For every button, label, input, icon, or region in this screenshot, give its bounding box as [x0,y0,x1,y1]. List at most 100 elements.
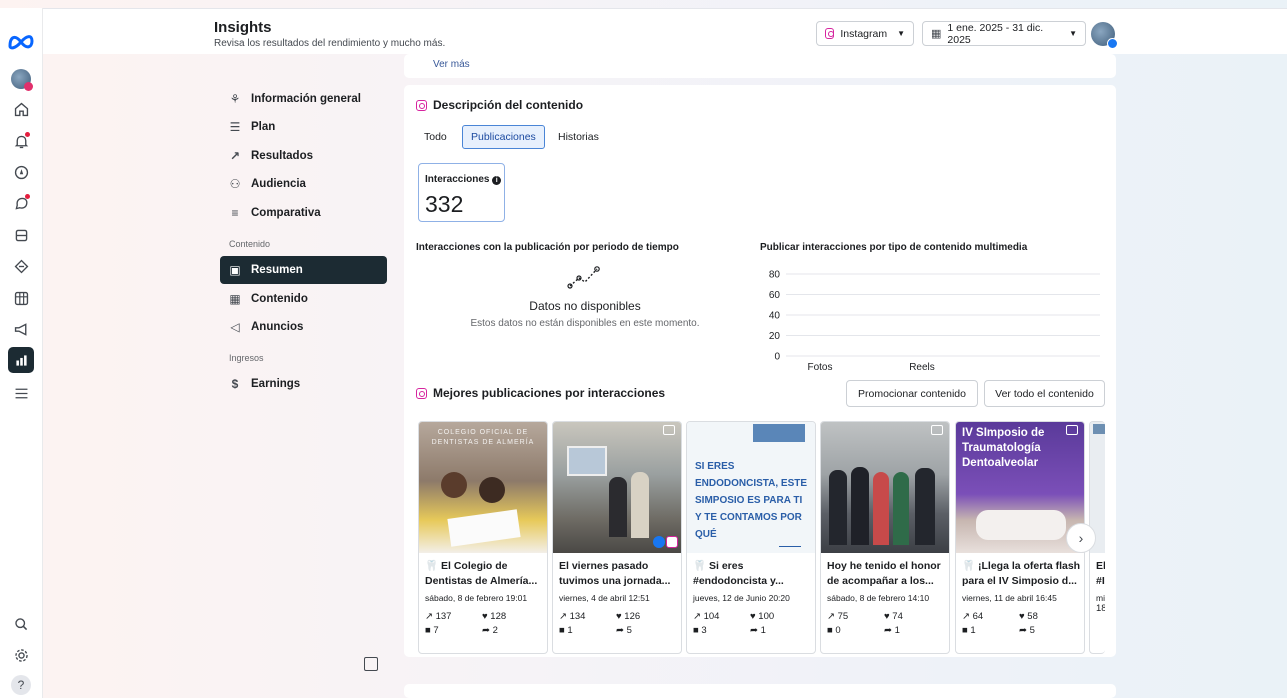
summary-icon: ▣ [229,263,241,277]
overview-icon: ⚘ [229,92,241,106]
post-card[interactable]: SI ERES ENDODONCISTA, ESTE SIMPOSIO ES P… [686,421,816,654]
carousel-icon [931,425,943,435]
instagram-icon [666,536,678,548]
trend-icon: ↗ [962,611,970,622]
nav-item-earnings[interactable]: $ Earnings [220,370,387,398]
posts-stack-icon[interactable] [8,222,34,248]
reach-stat: ↗ 137 [425,611,452,622]
post-date: mi [1096,593,1105,603]
audience-icon: ⚇ [229,177,241,191]
nav-item-label: Comparativa [251,207,321,219]
nav-item-benchmark[interactable]: ≡ Comparativa [220,199,387,227]
post-card[interactable]: Hoy he tenido el honor de acompañar a lo… [820,421,950,654]
post-card[interactable]: El viernes pasado tuvimos una jornada...… [552,421,682,654]
x-tick-label: Fotos [807,362,832,373]
nav-item-content[interactable]: ▦ Contenido [220,285,387,313]
platform-selector[interactable]: Instagram ▼ [816,21,914,46]
meta-logo-icon[interactable] [6,30,36,52]
account-avatar[interactable] [1091,22,1118,49]
see-more-link[interactable]: Ver más [433,59,470,70]
insights-bar-chart-icon[interactable] [8,347,34,373]
planner-grid-icon[interactable] [8,285,34,311]
tab-stories[interactable]: Historias [550,125,607,149]
help-icon[interactable]: ? [8,672,34,698]
nav-item-summary[interactable]: ▣ Resumen [220,256,387,284]
media-type-bar-chart: 80 60 40 20 0 Fotos Reels [769,270,1100,373]
post-caption: Hoy he tenido el honor de acompañar a lo… [827,560,941,587]
post-date: sábado, 8 de febrero 19:01 [425,593,528,603]
top-posts-title: Mejores publicaciones por interacciones [416,386,665,400]
heart-icon: ♥ [1019,611,1025,622]
nav-item-overview[interactable]: ⚘ Información general [220,85,387,113]
nav-section-income: Ingresos [229,353,264,363]
next-arrow-icon[interactable]: › [1066,523,1096,553]
page-title: Insights [214,19,272,36]
trend-icon: ↗ [827,611,835,622]
y-tick-label: 40 [769,311,781,322]
home-icon[interactable] [8,96,34,122]
search-icon[interactable] [8,611,34,637]
thumbnail-text: COLEGIO OFICIAL DE DENTISTAS DE ALMERÍA [431,429,535,446]
view-all-content-button[interactable]: Ver todo el contenido [984,380,1105,407]
y-tick-label: 80 [769,270,781,281]
content-overview-title: Descripción del contenido [416,98,583,112]
thumbnail-text: IV SImposio de Traumatología Dentoalveol… [962,427,1045,469]
megaphone-icon[interactable] [8,316,34,342]
nav-item-label: Plan [251,121,276,133]
interactions-metric[interactable]: Interacciones i 332 [418,163,505,222]
y-tick-label: 20 [769,331,781,342]
thumbnail-text: SI ERES ENDODONCISTA, ESTE SIMPOSIO ES P… [695,461,808,540]
ads-icon[interactable] [8,253,34,279]
post-thumbnail [553,422,681,553]
post-thumbnail: IV SImposio de Traumatología Dentoalveol… [956,422,1084,553]
chevron-down-icon: ▼ [1069,29,1077,38]
tab-all[interactable]: Todo [416,125,455,149]
menu-hamburger-icon[interactable] [8,380,34,406]
shares-stat: ➦ 1 [884,625,900,636]
navigation-compass-icon[interactable] [8,159,34,185]
tab-posts[interactable]: Publicaciones [462,125,545,149]
post-caption: El #I [1096,560,1105,587]
megaphone-icon: ◁ [230,320,240,334]
share-icon: ➦ [482,625,490,636]
nav-item-results[interactable]: ↗ Resultados [220,142,387,170]
nav-item-ads[interactable]: ◁ Anuncios [220,313,387,341]
post-card[interactable]: COLEGIO OFICIAL DE DENTISTAS DE ALMERÍA … [418,421,548,654]
collapse-sidebar-icon[interactable] [364,657,378,671]
post-date: jueves, 12 de Junio 20:20 [693,593,790,603]
post-caption: 🦷 ¡Llega la oferta flash para el IV Simp… [962,560,1081,587]
comments-stat: ■ 1 [962,625,976,636]
likes-stat: ♥ 74 [884,611,903,622]
comment-icon: ■ [693,625,699,636]
post-thumbnail [821,422,949,553]
nav-section-content: Contenido [229,239,271,249]
messages-icon[interactable] [8,190,34,216]
reach-stat: ↗ 75 [827,611,849,622]
post-caption: El viernes pasado tuvimos una jornada... [559,560,671,587]
notifications-bell-icon[interactable] [8,128,34,154]
nav-item-audience[interactable]: ⚇ Audiencia [220,170,387,198]
date-range-selector[interactable]: ▦ 1 ene. 2025 - 31 dic. 2025 ▼ [922,21,1086,46]
likes-stat: ♥ 58 [1019,611,1038,622]
comments-stat: ■ 3 [693,625,707,636]
shares-stat: ➦ 2 [482,625,498,636]
y-tick-label: 0 [774,352,780,363]
trend-icon: ↗ [559,611,567,622]
carousel-icon [663,425,675,435]
promote-content-button[interactable]: Promocionar contenido [846,380,978,407]
reach-stat: ↗ 134 [559,611,586,622]
nav-item-label: Audiencia [251,178,306,190]
profile-avatar-icon[interactable] [8,66,34,92]
facebook-badge-icon [1107,38,1118,49]
comments-stat: ■ 7 [425,625,439,636]
calendar-icon: ▦ [931,28,942,40]
comment-icon: ■ [425,625,431,636]
comments-stat: ■ 1 [559,625,573,636]
nav-item-plan[interactable]: ☰ Plan [220,113,387,141]
settings-gear-icon[interactable] [8,642,34,668]
shares-stat: ➦ 5 [1019,625,1035,636]
left-rail: ? [0,8,43,698]
info-icon: i [492,176,502,185]
share-icon: ➦ [750,625,758,636]
metric-value: 332 [425,191,464,217]
